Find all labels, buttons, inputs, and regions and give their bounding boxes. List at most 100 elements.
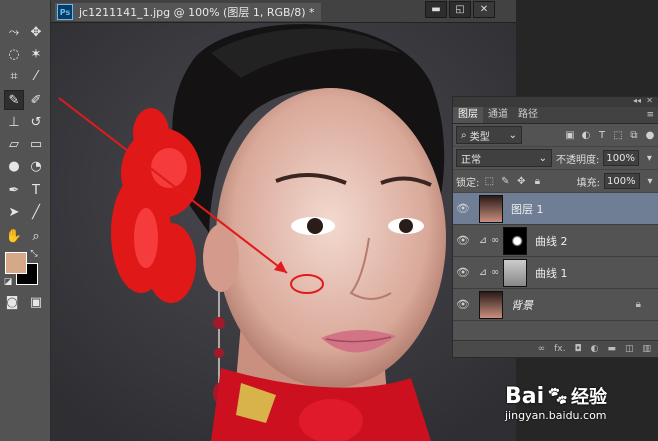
hand-icon[interactable]: ✋ (4, 226, 24, 246)
search-icon: ⌕ (461, 129, 470, 141)
mask-icon[interactable]: ◘ (574, 344, 581, 354)
folder-icon[interactable]: ▬ (607, 344, 616, 354)
magic-wand-icon[interactable]: ✶ (26, 44, 46, 64)
blend-mode-label: 正常 (461, 154, 481, 166)
layer-row[interactable]: 👁︎ ⊿ ∞ 曲线 2 (453, 225, 658, 257)
brush-icon[interactable]: ✐ (26, 90, 46, 110)
fx-icon[interactable]: fx. (554, 344, 565, 354)
blur-icon[interactable]: ● (4, 156, 24, 176)
panel-tabs: 图层 通道 路径 ≡ (453, 107, 658, 124)
history-brush-icon[interactable]: ↺ (26, 112, 46, 132)
clone-stamp-icon[interactable]: ⊥ (4, 112, 24, 132)
line-icon[interactable]: ╱ (26, 202, 46, 222)
pen-icon[interactable]: ✒ (4, 180, 24, 200)
opacity-input[interactable]: 100% (603, 150, 640, 166)
layer-mask-thumbnail (503, 258, 527, 287)
photoshop-icon: Ps (57, 4, 73, 20)
tab-layers[interactable]: 图层 (453, 107, 483, 123)
gradient-icon[interactable]: ▭ (26, 134, 46, 154)
filter-type-select[interactable]: ⌕ 类型 ⌄ (456, 126, 522, 144)
smart-object-filter-icon[interactable]: ⧉ (628, 129, 640, 141)
filter-toggle-icon[interactable]: ● (644, 129, 656, 141)
fill-dropdown-icon[interactable]: ▾ (644, 175, 656, 187)
lock-row: 锁定: ⬚ ✎ ✥ 🔒︎ 填充: 100% ▾ (453, 170, 658, 193)
lasso-icon[interactable]: ⤳ (4, 22, 24, 42)
document-tab[interactable]: Ps jc1211141_1.jpg @ 100% (图层 1, RGB/8) … (55, 3, 321, 21)
lock-all-icon[interactable]: 🔒︎ (531, 175, 543, 187)
swap-colors-icon[interactable]: ⤡ (28, 248, 40, 260)
filter-row: ⌕ 类型 ⌄ ▣ ◐ T ⬚ ⧉ ● (453, 124, 658, 147)
close-button[interactable]: ✕ (473, 1, 495, 18)
lock-transparency-icon[interactable]: ⬚ (483, 175, 495, 187)
adjustment-icon[interactable]: ◐ (591, 344, 599, 354)
layer-row[interactable]: 👁︎ 背景 🔒︎ (453, 289, 658, 321)
minimize-button[interactable]: ▬ (425, 1, 447, 18)
blend-row: 正常 ⌄ 不透明度: 100% ▾ (453, 147, 658, 170)
move-icon[interactable]: ✥ (26, 22, 46, 42)
layer-row[interactable]: 👁︎ 图层 1 (453, 193, 658, 225)
filter-type-label: 类型 (469, 131, 490, 143)
dodge-icon[interactable]: ◔ (26, 156, 46, 176)
fill-input[interactable]: 100% (604, 173, 640, 189)
layer-name: 图层 1 (511, 202, 544, 216)
panel-footer: ∞ fx. ◘ ◐ ▬ ◫ ▥ (453, 340, 658, 357)
baidu-watermark: Bai 🐾︎ 经验 jingyan.baidu.com (505, 383, 655, 438)
path-selection-icon[interactable]: ➤ (4, 202, 24, 222)
zoom-icon[interactable]: ⌕ (26, 226, 46, 246)
portrait-photo (51, 23, 516, 441)
visibility-eye-icon[interactable]: 👁︎ (453, 234, 473, 247)
trash-icon[interactable]: ▥ (642, 344, 651, 354)
document-title: jc1211141_1.jpg @ 100% (图层 1, RGB/8) * (79, 6, 315, 19)
layer-mask-thumbnail (503, 226, 527, 255)
close-panel-icon[interactable]: ✕ (646, 96, 653, 105)
visibility-eye-icon[interactable]: 👁︎ (453, 266, 473, 279)
quick-mask-icon[interactable]: ◙ (2, 292, 22, 312)
restore-button[interactable]: ◱ (449, 1, 471, 18)
opacity-label: 不透明度: (556, 154, 600, 166)
image-canvas[interactable] (51, 23, 516, 441)
layer-row[interactable]: 👁︎ ⊿ ∞ 曲线 1 (453, 257, 658, 289)
watermark-brand: Bai (505, 383, 545, 409)
paw-icon: 🐾︎ (546, 385, 570, 407)
visibility-eye-icon[interactable]: 👁︎ (453, 298, 473, 311)
chain-link-icon: ∞ (490, 235, 500, 246)
collapse-icon[interactable]: ◂◂ (633, 96, 641, 105)
eraser-icon[interactable]: ▱ (4, 134, 24, 154)
blend-mode-select[interactable]: 正常 ⌄ (456, 149, 552, 167)
type-icon[interactable]: T (26, 180, 46, 200)
default-colors-icon[interactable]: ◪ (2, 276, 14, 288)
watermark-url: jingyan.baidu.com (505, 409, 607, 422)
fill-label: 填充: (576, 177, 600, 189)
shape-filter-icon[interactable]: ⬚ (612, 129, 624, 141)
layer-name: 曲线 1 (535, 266, 568, 280)
layer-thumbnail (479, 194, 503, 223)
foreground-color-swatch[interactable] (5, 252, 27, 274)
adjustment-filter-icon[interactable]: ◐ (580, 129, 592, 141)
watermark-brand2: 经验 (571, 387, 608, 408)
link-icon[interactable]: ∞ (538, 344, 546, 354)
lock-pixels-icon[interactable]: ✎ (499, 175, 511, 187)
layer-name: 曲线 2 (535, 234, 568, 248)
layers-panel: ◂◂ ✕ 图层 通道 路径 ≡ ⌕ 类型 ⌄ ▣ ◐ T ⬚ ⧉ ● 正常 ⌄ … (452, 96, 658, 358)
type-filter-icon[interactable]: T (596, 129, 608, 141)
tab-channels[interactable]: 通道 (483, 107, 513, 123)
layer-name: 背景 (511, 298, 533, 312)
pixel-filter-icon[interactable]: ▣ (564, 129, 576, 141)
lock-label: 锁定: (456, 177, 480, 189)
polygon-lasso-icon[interactable]: ◌ (4, 44, 24, 64)
chevron-down-icon: ⌄ (508, 129, 517, 141)
tools-panel: ⤳ ✥ ◌ ✶ ⌗ ⁄ ✎ ✐ ⊥ ↺ ▱ ▭ ● ◔ ✒ T ➤ ╱ ✋ ⌕ … (0, 0, 51, 441)
crop-icon[interactable]: ⌗ (4, 66, 24, 86)
panel-menu-icon[interactable]: ≡ (641, 107, 658, 123)
eyedropper-icon[interactable]: ⁄ (26, 66, 46, 86)
opacity-dropdown-icon[interactable]: ▾ (643, 152, 655, 164)
spot-healing-brush-icon[interactable]: ✎ (4, 90, 24, 110)
lock-icon: 🔒︎ (635, 299, 641, 310)
visibility-eye-icon[interactable]: 👁︎ (453, 202, 473, 215)
new-layer-icon[interactable]: ◫ (625, 344, 634, 354)
tab-paths[interactable]: 路径 (513, 107, 543, 123)
window-controls: ▬ ◱ ✕ (425, 1, 495, 18)
panel-title-bar: ◂◂ ✕ (453, 96, 658, 107)
screen-mode-icon[interactable]: ▣ (26, 292, 46, 312)
lock-position-icon[interactable]: ✥ (515, 175, 527, 187)
